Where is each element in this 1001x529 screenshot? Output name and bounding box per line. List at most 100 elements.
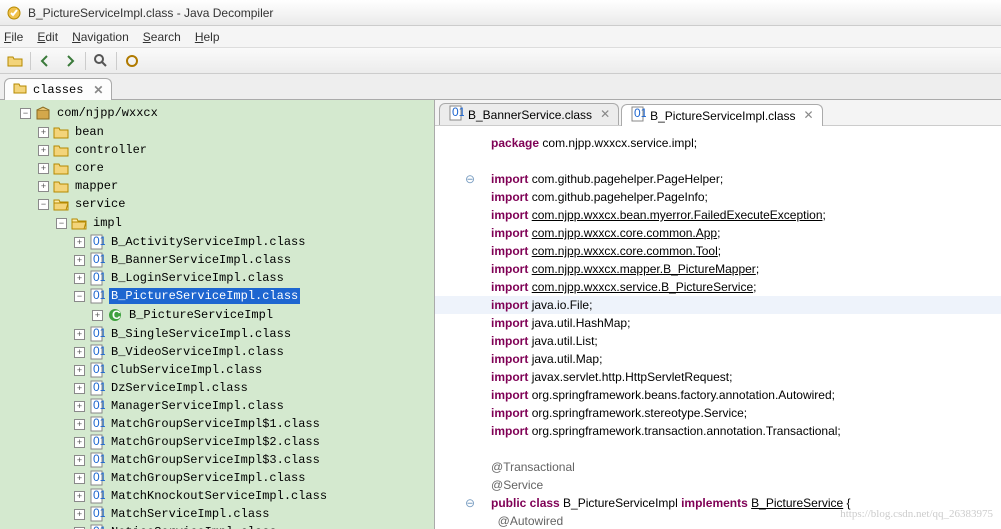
code-line: import org.springframework.beans.factory… xyxy=(435,386,1001,404)
expander[interactable]: + xyxy=(74,419,85,430)
back-button[interactable] xyxy=(35,50,57,72)
expander[interactable]: + xyxy=(74,401,85,412)
expander[interactable]: − xyxy=(74,291,85,302)
expander[interactable]: + xyxy=(38,127,49,138)
tree-root[interactable]: com/njpp/wxxcx xyxy=(55,105,160,121)
watermark: https://blog.csdn.net/qq_26383975 xyxy=(840,505,993,523)
svg-text:010: 010 xyxy=(93,452,105,466)
editor-tab[interactable]: 010B_PictureServiceImpl.class✕ xyxy=(621,104,822,126)
svg-text:010: 010 xyxy=(93,326,105,340)
expander[interactable]: + xyxy=(74,255,85,266)
tree-file[interactable]: MatchGroupServiceImpl$2.class xyxy=(109,434,322,450)
tree-file[interactable]: MatchKnockoutServiceImpl.class xyxy=(109,488,329,504)
code-text: import com.njpp.wxxcx.mapper.B_PictureMa… xyxy=(477,260,1001,278)
tree-file[interactable]: ManagerServiceImpl.class xyxy=(109,398,286,414)
expander[interactable]: − xyxy=(20,108,31,119)
close-icon[interactable]: ✕ xyxy=(93,83,103,97)
code-line xyxy=(435,440,1001,458)
expander[interactable]: + xyxy=(74,491,85,502)
folder-icon xyxy=(53,142,69,158)
classes-tab[interactable]: classes ✕ xyxy=(4,78,112,100)
tree[interactable]: − com/njpp/wxxcx + bean + controller + core + map… xyxy=(2,104,432,529)
tree-folder-impl[interactable]: impl xyxy=(91,215,124,231)
search-button[interactable] xyxy=(90,50,112,72)
class-file-icon: 010 xyxy=(89,288,105,304)
tree-class[interactable]: B_PictureServiceImpl xyxy=(127,307,275,323)
tree-folder[interactable]: bean xyxy=(73,124,106,140)
tree-file[interactable]: MatchGroupServiceImpl$1.class xyxy=(109,416,322,432)
toolbar-separator xyxy=(85,52,86,70)
svg-text:010: 010 xyxy=(452,105,464,119)
left-tab-strip: classes ✕ xyxy=(0,74,1001,100)
expander[interactable]: + xyxy=(74,455,85,466)
menu-edit[interactable]: Edit xyxy=(37,30,58,44)
package-explorer[interactable]: − com/njpp/wxxcx + bean + controller + core + map… xyxy=(0,100,435,529)
code-text: import org.springframework.stereotype.Se… xyxy=(477,404,1001,422)
window-title: B_PictureServiceImpl.class - Java Decomp… xyxy=(28,6,273,20)
tree-file[interactable]: B_SingleServiceImpl.class xyxy=(109,326,293,342)
forward-button[interactable] xyxy=(59,50,81,72)
tree-folder[interactable]: core xyxy=(73,160,106,176)
class-file-icon: 010 xyxy=(89,234,105,250)
expander[interactable]: + xyxy=(92,310,103,321)
tree-file[interactable]: B_PictureServiceImpl.class xyxy=(109,288,300,304)
expander[interactable]: + xyxy=(74,347,85,358)
fold-marker[interactable]: ⊖ xyxy=(463,494,477,512)
class-file-icon: 010 xyxy=(630,106,646,125)
expander[interactable]: + xyxy=(74,473,85,484)
close-icon[interactable]: ✕ xyxy=(804,108,814,123)
close-icon[interactable]: ✕ xyxy=(600,107,610,122)
menu-search[interactable]: Search xyxy=(143,30,181,44)
expander[interactable]: + xyxy=(74,365,85,376)
tree-file[interactable]: B_LoginServiceImpl.class xyxy=(109,270,286,286)
expander[interactable]: + xyxy=(38,181,49,192)
svg-text:010: 010 xyxy=(93,434,105,448)
tree-folder[interactable]: mapper xyxy=(73,178,120,194)
tree-folder-service[interactable]: service xyxy=(73,196,127,212)
code-editor[interactable]: package com.njpp.wxxcx.service.impl; ⊖ i… xyxy=(435,126,1001,529)
expander[interactable]: + xyxy=(74,329,85,340)
code-line xyxy=(435,152,1001,170)
open-button[interactable] xyxy=(4,50,26,72)
class-file-icon: 010 xyxy=(89,344,105,360)
tree-file[interactable]: DzServiceImpl.class xyxy=(109,380,250,396)
expander[interactable]: + xyxy=(38,145,49,156)
svg-text:010: 010 xyxy=(93,252,105,266)
editor-tab[interactable]: 010B_BannerService.class✕ xyxy=(439,103,619,125)
expander[interactable]: + xyxy=(74,509,85,520)
tree-file[interactable]: B_ActivityServiceImpl.class xyxy=(109,234,307,250)
expander[interactable]: − xyxy=(38,199,49,210)
menu-help[interactable]: Help xyxy=(195,30,220,44)
tool-bar xyxy=(0,48,1001,74)
menu-bar: File Edit Navigation Search Help xyxy=(0,26,1001,48)
code-text: @Transactional xyxy=(477,458,1001,476)
tree-file[interactable]: B_BannerServiceImpl.class xyxy=(109,252,293,268)
svg-text:010: 010 xyxy=(93,488,105,502)
code-line: import com.njpp.wxxcx.mapper.B_PictureMa… xyxy=(435,260,1001,278)
fold-marker[interactable]: ⊖ xyxy=(463,170,477,188)
menu-navigation[interactable]: Navigation xyxy=(72,30,129,44)
tree-file[interactable]: MatchGroupServiceImpl$3.class xyxy=(109,452,322,468)
refresh-button[interactable] xyxy=(121,50,143,72)
folder-icon xyxy=(53,124,69,140)
expander[interactable]: + xyxy=(74,273,85,284)
tree-file[interactable]: ClubServiceImpl.class xyxy=(109,362,264,378)
svg-text:010: 010 xyxy=(93,270,105,284)
tree-file[interactable]: B_VideoServiceImpl.class xyxy=(109,344,286,360)
tree-folder[interactable]: controller xyxy=(73,142,149,158)
expander[interactable]: + xyxy=(74,237,85,248)
tree-file[interactable]: MatchServiceImpl.class xyxy=(109,506,271,522)
tree-file[interactable]: MatchGroupServiceImpl.class xyxy=(109,470,307,486)
tree-file[interactable]: NoticeServiceImpl.class xyxy=(109,524,279,529)
expander[interactable]: + xyxy=(74,383,85,394)
code-text: import org.springframework.transaction.a… xyxy=(477,422,1001,440)
expander[interactable]: − xyxy=(56,218,67,229)
class-file-icon: 010 xyxy=(89,470,105,486)
svg-text:C: C xyxy=(112,308,121,322)
code-line: import com.njpp.wxxcx.core.common.App; xyxy=(435,224,1001,242)
class-file-icon: 010 xyxy=(89,362,105,378)
menu-file[interactable]: File xyxy=(4,30,23,44)
expander[interactable]: + xyxy=(38,163,49,174)
expander[interactable]: + xyxy=(74,437,85,448)
toolbar-separator xyxy=(116,52,117,70)
